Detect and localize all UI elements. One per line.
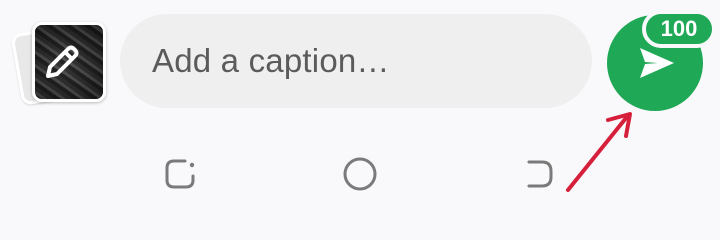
back-icon[interactable] [520, 154, 560, 194]
media-count-badge: 100 [642, 10, 716, 48]
media-thumbnail-stack[interactable] [10, 18, 106, 106]
caption-composer-screen: Add a caption… 100 [0, 0, 720, 221]
pencil-icon[interactable] [40, 40, 84, 84]
home-icon[interactable] [340, 154, 380, 194]
caption-input[interactable]: Add a caption… [120, 14, 592, 108]
caption-placeholder: Add a caption… [152, 42, 390, 79]
recent-apps-icon[interactable] [160, 154, 200, 194]
send-icon [640, 48, 674, 78]
annotation-arrow [566, 112, 632, 192]
